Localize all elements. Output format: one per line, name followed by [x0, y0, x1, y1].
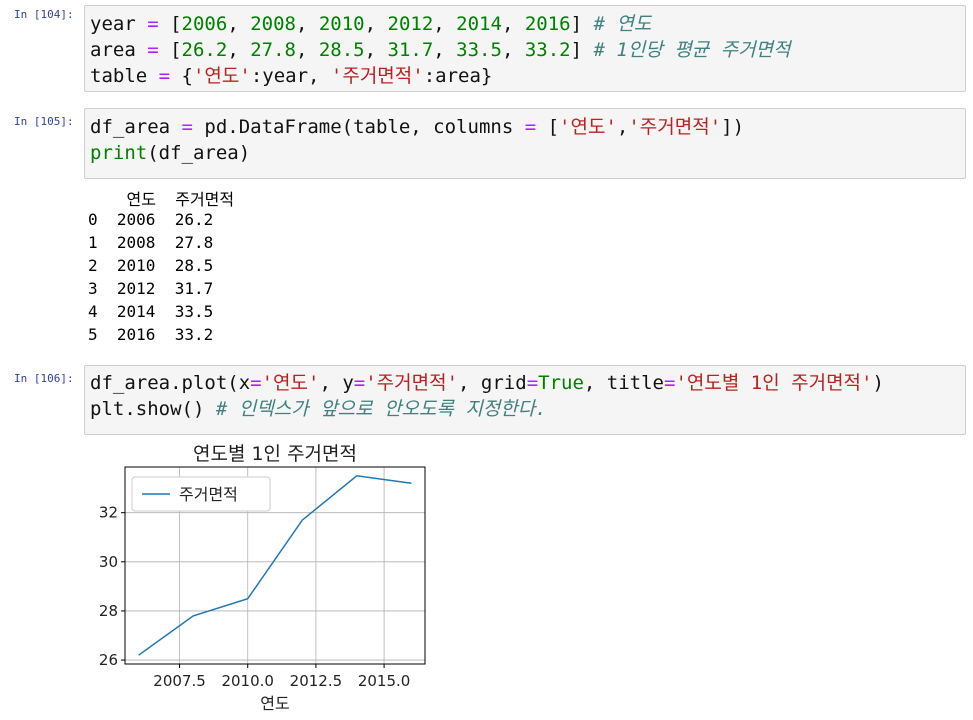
x-tick-label: 2007.5	[153, 672, 206, 690]
code-token: # 연도	[593, 13, 652, 35]
code-token: =	[663, 372, 676, 394]
code-line: df_area = pd.DataFrame(table, columns = …	[90, 114, 744, 140]
code-token: ,	[295, 39, 319, 61]
y-tick-label: 30	[99, 553, 118, 571]
chart-title: 연도별 1인 주거면적	[193, 443, 357, 465]
code-token: plt.show()	[90, 398, 216, 420]
code-token: 33.2	[524, 39, 571, 61]
code-line: table = {'연도':year, '주거면적':area}	[90, 63, 492, 89]
code-token: '주거면적'	[330, 65, 424, 87]
cell-prompt: In [105]:	[14, 115, 74, 128]
code-token: area	[90, 39, 148, 61]
code-token: , y	[319, 372, 354, 394]
y-tick-label: 32	[99, 504, 118, 522]
code-token: (df_area)	[147, 142, 251, 164]
code-line: df_area.plot(x='연도', y='주거면적', grid=True…	[90, 370, 884, 396]
code-token: =	[158, 65, 182, 87]
code-cell-104[interactable]: year = [2006, 2008, 2010, 2012, 2014, 20…	[84, 5, 966, 92]
code-token: 31.7	[387, 39, 434, 61]
line-chart: 2007.5 2010.0 2012.5 2015.0 26 28 30 32 연도별 1인 주…	[99, 443, 426, 713]
code-token: 2008	[250, 13, 296, 35]
dataframe-row: 4 2014 33.5	[88, 302, 214, 321]
code-token: '주거면적'	[365, 372, 459, 394]
code-token: ,	[433, 13, 457, 35]
code-token: =	[524, 116, 548, 138]
code-token: ,	[433, 39, 457, 61]
code-token: True	[538, 372, 584, 394]
dataframe-row: 1 2008 27.8	[88, 233, 214, 252]
code-token: ,	[227, 13, 251, 35]
code-token: ])	[721, 116, 745, 138]
code-line: year = [2006, 2008, 2010, 2012, 2014, 20…	[90, 11, 651, 37]
code-token: ,	[501, 13, 525, 35]
code-token: 28.5	[318, 39, 365, 61]
code-token: )	[872, 372, 884, 394]
code-token: 33.5	[456, 39, 502, 61]
y-tick-label: 26	[99, 651, 118, 669]
code-token: ]	[570, 13, 594, 35]
dataframe-row: 5 2016 33.2	[88, 325, 214, 344]
cell-prompt: In [104]:	[14, 8, 74, 21]
code-token: 2012	[387, 13, 434, 35]
code-token: print	[90, 142, 148, 164]
code-token: =	[181, 116, 205, 138]
code-token: '연도'	[559, 116, 617, 138]
y-tick-label: 28	[99, 602, 118, 620]
code-token: ,	[501, 39, 525, 61]
code-token: ,	[295, 13, 319, 35]
code-token: ]	[570, 39, 594, 61]
code-token: :year,	[250, 65, 331, 87]
code-token: # 1인당 평균 주거면적	[593, 39, 791, 61]
code-token: ,	[616, 116, 629, 138]
code-token: pd.DataFrame(table, columns	[204, 116, 525, 138]
code-token: =	[147, 39, 171, 61]
code-line: plt.show() # 인덱스가 앞으로 안오도록 지정한다.	[90, 396, 547, 422]
dataframe-row: 0 2006 26.2	[88, 210, 214, 229]
code-token: ,	[227, 39, 251, 61]
code-line: print(df_area)	[90, 140, 250, 166]
cell-prompt: In [106]:	[14, 372, 74, 385]
code-token: 27.8	[250, 39, 296, 61]
code-token: , title	[583, 372, 664, 394]
code-token: '연도'	[192, 65, 251, 87]
code-token: , grid	[458, 372, 527, 394]
x-tick-label: 2015.0	[358, 672, 411, 690]
code-token: ,	[364, 13, 388, 35]
code-token: =	[147, 13, 171, 35]
code-token: 2014	[456, 13, 502, 35]
code-token: df_area	[90, 116, 182, 138]
dataframe-header: 연도 주거면적	[88, 190, 235, 209]
code-token: 2010	[318, 13, 365, 35]
code-token: year	[90, 13, 148, 35]
x-tick-label: 2012.5	[290, 672, 343, 690]
legend-label: 주거면적	[179, 485, 238, 504]
code-token: '연도별 1인 주거면적'	[675, 372, 873, 394]
code-token: ,	[364, 39, 388, 61]
code-token: table	[90, 65, 159, 87]
code-token: df_area.plot(x	[90, 372, 251, 394]
code-token: # 인덱스가 앞으로 안오도록 지정한다.	[215, 398, 547, 420]
code-token: {	[181, 65, 193, 87]
code-token: [	[170, 13, 182, 35]
code-cell-106[interactable]: df_area.plot(x='연도', y='주거면적', grid=True…	[84, 365, 966, 435]
code-token: '주거면적'	[628, 116, 722, 138]
code-token: [	[170, 39, 182, 61]
dataframe-row: 3 2012 31.7	[88, 279, 214, 298]
code-token: :area}	[423, 65, 493, 87]
code-token: '연도'	[261, 372, 320, 394]
dataframe-row: 2 2010 28.5	[88, 256, 214, 275]
code-token: 26.2	[181, 39, 228, 61]
code-cell-105[interactable]: df_area = pd.DataFrame(table, columns = …	[84, 108, 966, 179]
x-tick-label: 2010.0	[221, 672, 274, 690]
code-token: 2016	[524, 13, 571, 35]
code-token: 2006	[181, 13, 228, 35]
code-line: area = [26.2, 27.8, 28.5, 31.7, 33.5, 33…	[90, 37, 791, 63]
x-axis-label: 연도	[260, 694, 289, 713]
code-token: [	[547, 116, 560, 138]
code-token: =	[250, 372, 262, 394]
code-token: =	[526, 372, 539, 394]
code-token: =	[353, 372, 366, 394]
